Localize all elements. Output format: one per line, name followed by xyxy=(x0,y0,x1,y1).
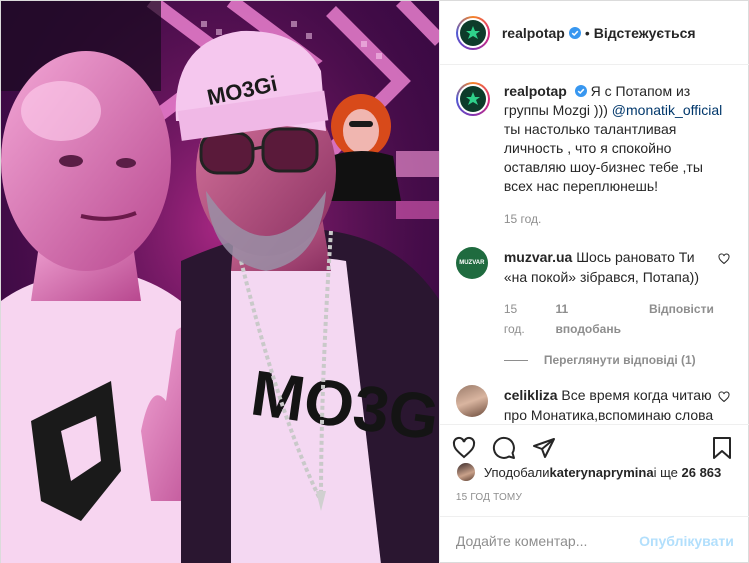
verified-icon xyxy=(574,85,587,97)
post-side-panel: realpotap • Відстежується realpotap Я с … xyxy=(438,1,749,563)
comment-item: celikliza Все время когда читаю про Мона… xyxy=(455,385,734,424)
comment-avatar[interactable] xyxy=(455,385,488,417)
caption-username[interactable]: realpotap xyxy=(504,83,567,99)
likes-summary[interactable]: Уподобали katerynaprymina і ще 26 863 xyxy=(455,462,722,482)
bookmark-icon[interactable] xyxy=(710,436,734,460)
view-replies-button[interactable]: Переглянути відповіді (1) xyxy=(503,353,734,367)
like-icon[interactable] xyxy=(452,436,476,460)
reply-button[interactable]: Відповісти xyxy=(649,299,714,339)
comments-list[interactable]: realpotap Я с Потапом из группы Mozgi ))… xyxy=(440,66,749,424)
add-comment-bar: Опублікувати xyxy=(439,516,749,563)
liker-avatar xyxy=(455,462,476,482)
liker-username[interactable]: katerynaprymina xyxy=(550,465,654,480)
comment-username[interactable]: celikliza xyxy=(504,387,558,403)
separator-dot: • xyxy=(584,24,590,41)
publish-button[interactable]: Опублікувати xyxy=(639,533,734,549)
following-button[interactable]: Відстежується xyxy=(594,25,696,41)
comment-item: MUZVAR muzvar.ua Шось рановато Ти «на по… xyxy=(455,247,734,339)
comment-username[interactable]: muzvar.ua xyxy=(504,249,572,265)
replies-divider xyxy=(503,359,528,361)
photo-illustration: MO3G MO3Gi xyxy=(1,1,439,563)
comment-avatar[interactable]: MUZVAR xyxy=(455,247,488,279)
verified-icon xyxy=(568,26,581,39)
post-header: realpotap • Відстежується xyxy=(439,1,749,65)
post-timestamp: 15 ГОД ТОМУ xyxy=(455,492,523,503)
heart-small-icon[interactable] xyxy=(718,391,730,403)
heart-small-icon[interactable] xyxy=(718,253,730,265)
action-bar xyxy=(439,424,749,464)
comment-icon[interactable] xyxy=(492,436,516,460)
caption-timestamp: 15 год. xyxy=(503,212,542,226)
leaf-logo-icon xyxy=(459,86,486,112)
share-icon[interactable] xyxy=(532,436,556,460)
caption-text-end: ты настолько талантливая личность , что … xyxy=(503,121,703,194)
leaf-logo-icon xyxy=(459,19,486,46)
comment-likes-count[interactable]: 11 вподобань xyxy=(556,299,633,339)
instagram-post: MO3G MO3Gi realpotap • Відстежується rea… xyxy=(0,0,749,563)
caption-mention-link[interactable]: @monatik_official xyxy=(612,102,722,118)
caption-avatar[interactable] xyxy=(455,82,490,116)
post-caption: realpotap Я с Потапом из группы Mozgi ))… xyxy=(455,82,734,229)
comment-input[interactable] xyxy=(455,532,640,549)
header-username[interactable]: realpotap xyxy=(502,25,565,41)
likes-count[interactable]: 26 863 xyxy=(682,465,722,480)
avatar[interactable] xyxy=(455,15,490,50)
post-photo[interactable]: MO3G MO3Gi xyxy=(1,1,439,563)
comment-meta: 15 год. 11 вподобань Відповісти xyxy=(504,299,714,339)
comment-timestamp: 15 год. xyxy=(503,302,525,336)
